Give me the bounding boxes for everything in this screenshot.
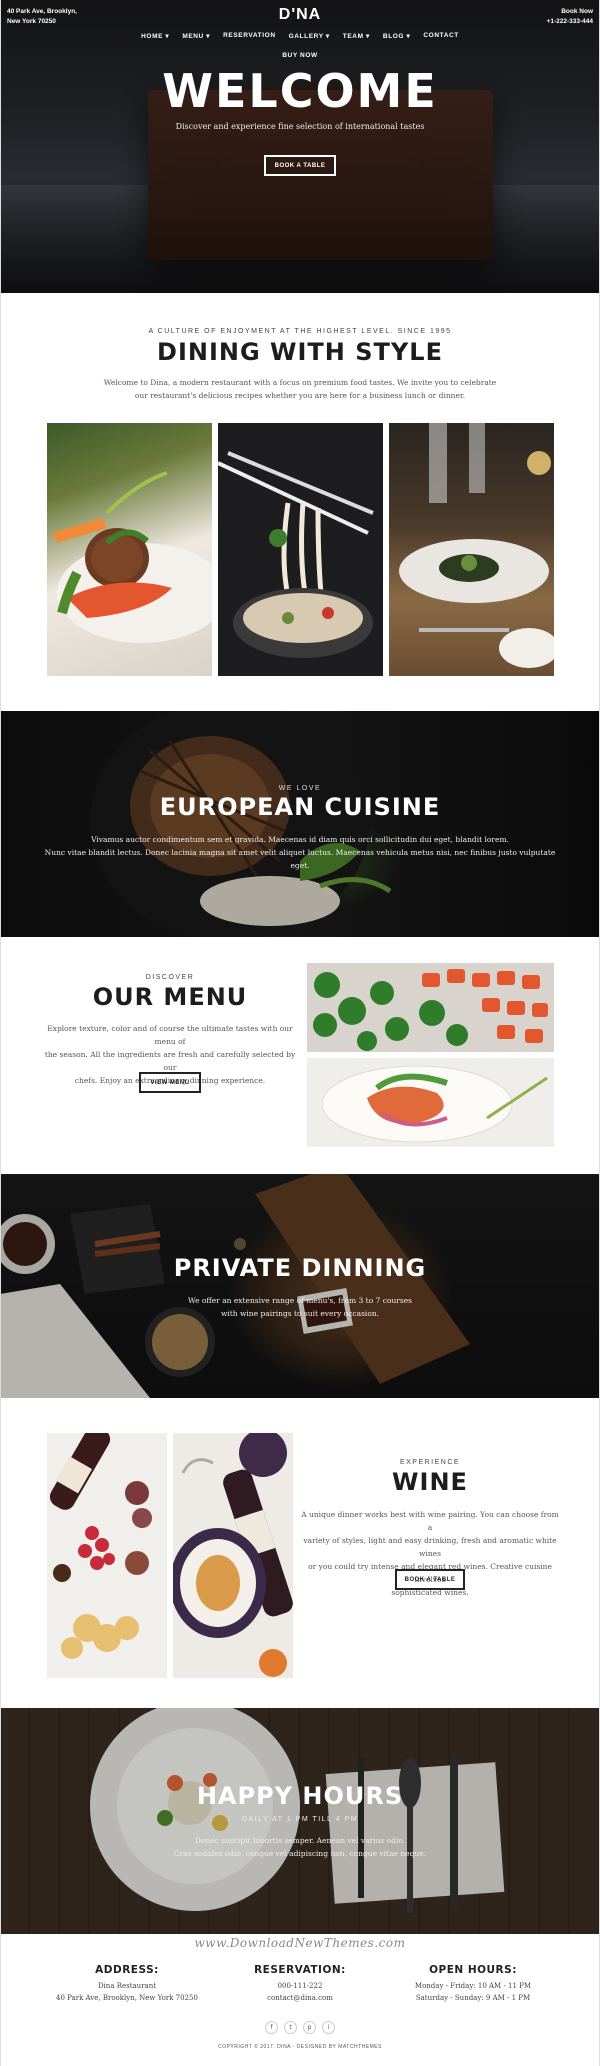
- happy-subtitle: DAILY AT 1 PM TILL 4 PM: [241, 1816, 359, 1823]
- instagram-icon[interactable]: i: [322, 2021, 335, 2034]
- hero-title: WELCOME: [162, 64, 438, 118]
- happy-text: Donec suscipit lobortis semper. Aenean v…: [173, 1836, 427, 1858]
- private-title: PRIVATE DINNING: [173, 1254, 427, 1282]
- dining-kicker: A CULTURE OF ENJOYMENT AT THE HIGHEST LE…: [148, 328, 452, 335]
- copyright-text: COPYRIGHT © 2017. DINA - DESIGNED BY MAT…: [218, 2044, 382, 2050]
- footer-hours-title: OPEN HOURS:: [429, 1964, 517, 1976]
- menu-photo-salad-plate: [307, 1058, 554, 1147]
- wine-fruits-illustration: [49, 1433, 152, 1659]
- dining-photo-table: [389, 423, 554, 676]
- twitter-icon[interactable]: t: [284, 2021, 297, 2034]
- wine-title: WINE: [392, 1468, 468, 1496]
- nav-menu[interactable]: MENU ▾: [182, 32, 210, 40]
- dining-section: A CULTURE OF ENJOYMENT AT THE HIGHEST LE…: [0, 293, 600, 711]
- nav-team[interactable]: TEAM ▾: [343, 32, 370, 40]
- hero-book-table-button[interactable]: BOOK A TABLE: [264, 155, 336, 176]
- nav-gallery[interactable]: GALLERY ▾: [289, 32, 330, 40]
- european-title: EUROPEAN CUISINE: [159, 793, 441, 821]
- footer-reservation: RESERVATION: 000-111-222 contact@dina.co…: [200, 1964, 400, 2004]
- salad-plate-illustration: [321, 1065, 548, 1143]
- private-dinning-section: PRIVATE DINNING We offer an extensive ra…: [0, 1174, 600, 1398]
- footer-address-title: ADDRESS:: [95, 1964, 159, 1976]
- dining-photo-noodles: [218, 423, 383, 676]
- site-logo[interactable]: D'NA: [0, 6, 600, 24]
- private-text: We offer an extensive range of menu's, f…: [187, 1296, 413, 1318]
- european-text: Vivamus auctor condimentum sem et gravid…: [44, 835, 556, 870]
- footer-phone[interactable]: 000-111-222: [200, 1980, 400, 1992]
- european-cuisine-section: WE LOVE EUROPEAN CUISINE Vivamus auctor …: [0, 711, 600, 937]
- wine-book-table-button[interactable]: BOOK A TABLE: [395, 1569, 465, 1590]
- wine-kicker: EXPERIENCE: [399, 1459, 461, 1466]
- footer-hours: OPEN HOURS: Monday - Friday: 10 AM - 11 …: [373, 1964, 573, 2004]
- our-menu-section: DISCOVER OUR MENU Explore texture, color…: [0, 937, 600, 1174]
- nav-home[interactable]: HOME ▾: [141, 32, 169, 40]
- european-kicker: WE LOVE: [278, 785, 322, 792]
- pinterest-icon[interactable]: p: [303, 2021, 316, 2034]
- menu-title: OUR MENU: [92, 983, 248, 1011]
- wine-pasta-illustration: [173, 1433, 293, 1677]
- wine-photo-fruits: [47, 1433, 167, 1678]
- footer-address: ADDRESS: Dina Restaurant 40 Park Ave, Br…: [27, 1964, 227, 2004]
- table-setting-illustration: [399, 423, 554, 668]
- nav-contact[interactable]: CONTACT: [423, 32, 459, 40]
- happy-title: HAPPY HOURS: [196, 1782, 404, 1810]
- nav-reservation[interactable]: RESERVATION: [223, 32, 275, 40]
- social-links: f t p i: [0, 2021, 600, 2034]
- wine-photo-pasta: [173, 1433, 293, 1678]
- happy-hours-section: HAPPY HOURS DAILY AT 1 PM TILL 4 PM Done…: [0, 1708, 600, 1934]
- hero-subtitle: Discover and experience fine selection o…: [175, 122, 425, 131]
- watermark-text: www.DownloadNewThemes.com: [194, 1936, 406, 1950]
- view-menu-button[interactable]: VIEW MENU: [139, 1072, 201, 1093]
- menu-kicker: DISCOVER: [145, 974, 195, 981]
- dining-text: Welcome to Dina, a modern restaurant wit…: [103, 378, 497, 400]
- footer-email[interactable]: contact@dina.com: [200, 1992, 400, 2004]
- noodles-bowl-illustration: [218, 451, 374, 658]
- footer-reservation-title: RESERVATION:: [254, 1964, 346, 1976]
- hero-section: 40 Park Ave, Brooklyn, New York 70250 Bo…: [0, 0, 600, 293]
- main-nav: HOME ▾ MENU ▾ RESERVATION GALLERY ▾ TEAM…: [0, 32, 600, 40]
- dining-title: DINING WITH STYLE: [157, 338, 443, 366]
- salad-plate-illustration: [52, 471, 212, 643]
- nav-blog[interactable]: BLOG ▾: [383, 32, 410, 40]
- wine-section: EXPERIENCE WINE A unique dinner works be…: [0, 1398, 600, 1708]
- nav-buy-now[interactable]: BUY NOW: [0, 52, 600, 59]
- dining-photo-salad: [47, 423, 212, 676]
- facebook-icon[interactable]: f: [265, 2021, 278, 2034]
- vegetables-illustration: [313, 969, 548, 1051]
- site-footer: www.DownloadNewThemes.com ADDRESS: Dina …: [0, 1934, 600, 2066]
- menu-photo-vegetables: [307, 963, 554, 1052]
